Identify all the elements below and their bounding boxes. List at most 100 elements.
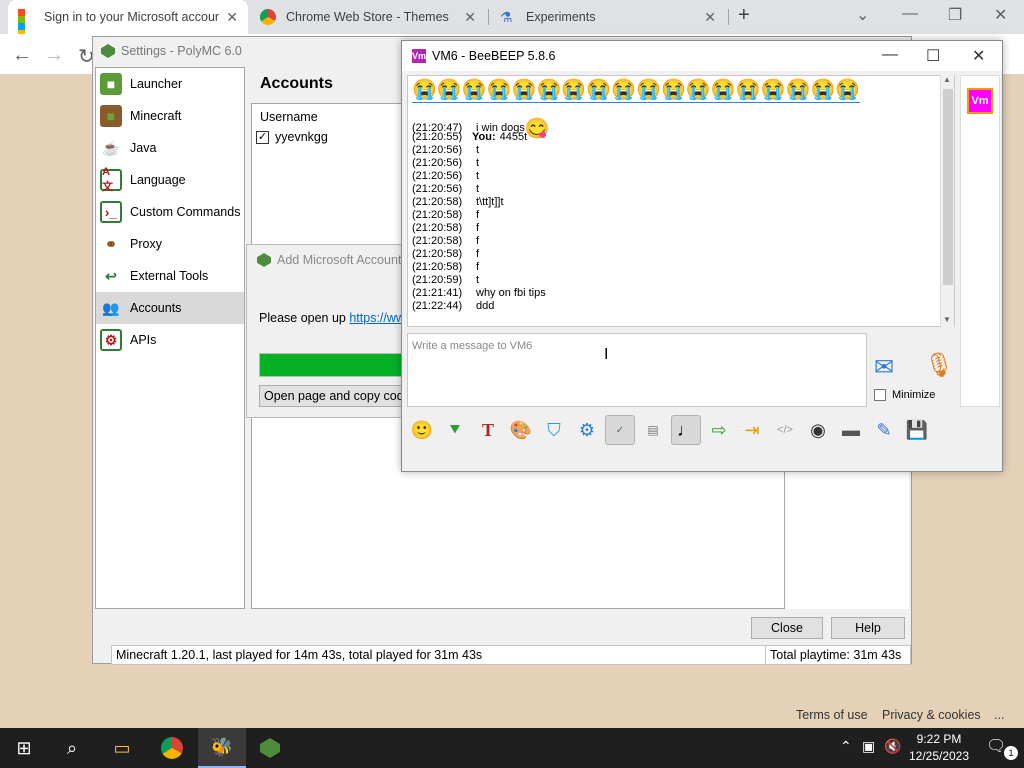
filter-down-icon[interactable]: ⯆ xyxy=(440,415,470,445)
sidebar-item-label: Java xyxy=(130,141,157,155)
send-folder-icon[interactable]: ⇥ xyxy=(737,415,767,445)
close-icon[interactable]: ✕ xyxy=(226,9,238,26)
column-header-username[interactable]: Username xyxy=(260,110,318,124)
chrome-icon[interactable] xyxy=(148,728,196,768)
screenshot-icon[interactable]: ◉ xyxy=(803,415,833,445)
minimize-icon[interactable]: — xyxy=(882,46,898,64)
color-palette-icon[interactable]: 🎨 xyxy=(506,415,536,445)
sidebar-item-proxy[interactable]: ⚭ Proxy xyxy=(96,228,244,260)
tab-label: Sign in to your Microsoft accour xyxy=(44,10,220,24)
scrollbar-thumb[interactable] xyxy=(943,89,953,285)
tab-microsoft-signin[interactable]: Sign in to your Microsoft accour ✕ xyxy=(8,0,248,37)
system-clock[interactable]: 9:22 PM 12/25/2023 xyxy=(906,731,972,765)
file-explorer-icon[interactable]: ▭ xyxy=(98,728,146,768)
filter-icon[interactable]: ⛉ xyxy=(539,415,569,445)
sidebar-item-java[interactable]: ☕ Java xyxy=(96,132,244,164)
table-row[interactable]: ✓ yyevnkgg xyxy=(256,130,328,144)
help-button[interactable]: Help xyxy=(831,617,905,639)
add-microsoft-account-dialog: Add Microsoft Account Please open up htt… xyxy=(246,244,406,418)
microphone-icon[interactable]: 🎙 xyxy=(924,351,954,380)
chevron-up-icon[interactable]: ⌃ xyxy=(840,738,852,755)
message-input[interactable]: Write a message to VM6 xyxy=(407,333,867,407)
minimize-checkbox[interactable] xyxy=(874,389,886,401)
dialog-titlebar: Add Microsoft Account xyxy=(247,245,405,275)
chat-message: (21:20:58) f xyxy=(412,248,479,260)
scroll-down-icon[interactable]: ▼ xyxy=(943,315,951,324)
sidebar-item-label: Minecraft xyxy=(130,109,182,123)
open-page-copy-code-button[interactable]: Open page and copy code xyxy=(259,385,405,407)
sidebar-item-external-tools[interactable]: ↩ External Tools xyxy=(96,260,244,292)
spellcheck-icon[interactable]: ✓ xyxy=(605,415,635,445)
polymc-taskbar-icon[interactable] xyxy=(246,728,294,768)
sidebar-item-custom-commands[interactable]: ›_ Custom Commands xyxy=(96,196,244,228)
sidebar-item-accounts[interactable]: 👥 Accounts xyxy=(96,292,244,324)
chevron-down-icon[interactable]: ⌄ xyxy=(856,5,869,25)
word-complete-icon[interactable]: ▤ xyxy=(638,415,668,445)
font-icon[interactable]: T xyxy=(473,415,503,445)
send-file-icon[interactable]: ⇨ xyxy=(704,415,734,445)
tab-label: Experiments xyxy=(526,10,596,24)
maximize-icon[interactable]: ☐ xyxy=(926,46,940,66)
account-checkbox[interactable]: ✓ xyxy=(256,130,269,144)
settings-sidebar: ■ Launcher ■ Minecraft ☕ Java A文 Languag… xyxy=(95,67,245,609)
tab-experiments[interactable]: ⚗ Experiments ✕ xyxy=(490,0,726,34)
auth-link[interactable]: https://www xyxy=(349,311,405,325)
polymc-logo-icon xyxy=(257,253,271,267)
tab-chrome-web-store[interactable]: Chrome Web Store - Themes ✕ xyxy=(250,0,486,34)
network-icon[interactable]: ▣ xyxy=(862,738,875,755)
avatar[interactable]: Vm xyxy=(967,88,993,114)
message-time: (21:22:44) xyxy=(412,300,463,312)
chat-history[interactable]: 😭😭😭😭😭😭😭😭😭😭😭😭😭😭😭😭😭😭 (21:20:47) i win dogs😋… xyxy=(407,75,955,327)
sidebar-item-apis[interactable]: ⚙ APIs xyxy=(96,324,244,356)
beebeep-taskbar-icon[interactable]: 🐝 xyxy=(198,728,246,768)
save-icon[interactable]: 💾 xyxy=(902,415,932,445)
music-note-icon[interactable]: ♩ xyxy=(671,415,701,445)
sidebar-item-label: Launcher xyxy=(130,77,183,91)
chat-message: (21:20:58) f xyxy=(412,235,479,247)
restore-icon[interactable]: ❐ xyxy=(948,5,962,25)
progress-bar xyxy=(259,353,405,377)
sidebar-item-launcher[interactable]: ■ Launcher xyxy=(96,68,244,100)
scroll-up-icon[interactable]: ▲ xyxy=(943,75,951,84)
volume-muted-icon[interactable]: 🔇 xyxy=(884,738,901,755)
privacy-link[interactable]: Privacy & cookies xyxy=(882,708,981,722)
sidebar-item-minecraft[interactable]: ■ Minecraft xyxy=(96,100,244,132)
more-options-icon[interactable]: ... xyxy=(994,708,1004,722)
beebeep-chat-window: Vm VM6 - BeeBEEP 5.8.6 — ☐ ✕ 😭😭😭😭😭😭😭😭😭😭😭… xyxy=(401,40,1003,472)
minimize-option[interactable]: Minimize xyxy=(874,389,935,401)
terms-link[interactable]: Terms of use xyxy=(796,708,868,722)
chat-scrollbar[interactable]: ▲ ▼ xyxy=(940,75,954,327)
chat-toolbar: 🙂 ⯆ T 🎨 ⛉ ⚙ ✓ ▤ ♩ ⇨ ⇥ </> ◉ ▬ ✎ 💾 xyxy=(407,413,997,447)
tab-label: Chrome Web Store - Themes xyxy=(286,10,449,24)
message-time: (21:20:56) xyxy=(412,157,463,169)
back-icon[interactable]: ← xyxy=(12,44,32,67)
close-window-icon[interactable]: ✕ xyxy=(972,46,985,66)
tools-icon: ↩ xyxy=(105,267,117,284)
close-icon[interactable]: ✕ xyxy=(464,9,476,26)
code-icon[interactable]: </> xyxy=(770,415,800,445)
history-icon[interactable]: ▬ xyxy=(836,415,866,445)
close-button[interactable]: Close xyxy=(751,617,823,639)
new-tab-button[interactable]: + xyxy=(738,4,750,27)
send-message-icon[interactable]: ✉ xyxy=(874,353,894,382)
chat-message: (21:20:58) f xyxy=(412,222,479,234)
clock-date: 12/25/2023 xyxy=(908,749,970,763)
accounts-icon: 👥 xyxy=(102,299,120,316)
message-time: (21:20:58) xyxy=(412,235,463,247)
dialog-prompt: Please open up https://www xyxy=(259,311,405,325)
minimize-icon[interactable]: — xyxy=(902,5,918,23)
search-icon[interactable]: ⌕ xyxy=(48,728,96,768)
clock-time: 9:22 PM xyxy=(916,732,962,746)
close-window-icon[interactable]: ✕ xyxy=(994,5,1007,25)
settings-gear-icon[interactable]: ⚙ xyxy=(572,415,602,445)
message-time: (21:20:55) xyxy=(412,131,463,143)
minimize-label: Minimize xyxy=(892,389,936,401)
emoticon-icon[interactable]: 🙂 xyxy=(407,415,437,445)
notes-icon[interactable]: ✎ xyxy=(869,415,899,445)
chat-message: (21:20:58) t\tt]t]]t xyxy=(412,196,504,208)
close-icon[interactable]: ✕ xyxy=(704,9,716,26)
sidebar-item-language[interactable]: A文 Language xyxy=(96,164,244,196)
grass-block-icon: ■ xyxy=(100,73,122,95)
forward-icon[interactable]: → xyxy=(44,44,64,67)
windows-start-icon[interactable]: ⊞ xyxy=(0,728,48,768)
